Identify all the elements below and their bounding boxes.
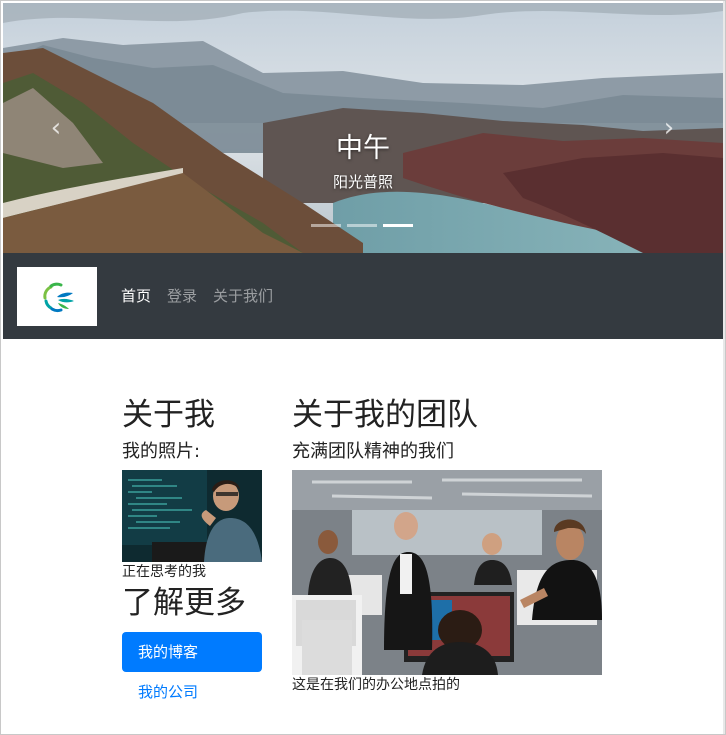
carousel-title: 中午: [336, 133, 390, 164]
carousel-subtitle: 阳光普照: [332, 173, 393, 191]
my-photo-label: 我的照片:: [122, 441, 201, 462]
nav-link-login[interactable]: 登录: [167, 285, 197, 307]
team-title: 关于我的团队: [292, 397, 478, 433]
chevron-left-icon: ‹: [50, 113, 62, 143]
brand-logo-icon: [43, 282, 74, 312]
nav-link-about[interactable]: 关于我们: [213, 285, 273, 307]
learn-more-title: 了解更多: [122, 585, 246, 621]
my-company-link[interactable]: 我的公司: [122, 672, 262, 712]
my-blog-link[interactable]: 我的博客: [122, 632, 262, 672]
carousel-indicator-3[interactable]: [383, 224, 413, 227]
hero-carousel: ‹ › 中午 阳光普照: [3, 3, 723, 253]
page: ‹ › 中午 阳光普照 首页 登录 关于我们 关于我 我的照片: 正在思考的我 …: [0, 0, 726, 735]
team-photo-caption: 这是在我们的办公地点拍的: [292, 677, 460, 693]
team-photo-image: [292, 470, 602, 675]
nav-link-home[interactable]: 首页: [121, 285, 151, 307]
page-scrollbar[interactable]: [723, 1, 725, 734]
carousel-caption: 中午 阳光普照: [263, 131, 463, 193]
carousel-indicators: [311, 224, 415, 228]
my-photo-image: [122, 470, 262, 562]
team-column: 关于我的团队 充满团队精神的我们 这是在我们的办公地点拍的: [292, 394, 612, 695]
carousel-next-control[interactable]: ›: [654, 113, 684, 143]
carousel-prev-control[interactable]: ‹: [41, 113, 71, 143]
brand-link[interactable]: [17, 267, 97, 326]
top-navbar: 首页 登录 关于我们: [3, 253, 723, 339]
carousel-indicator-1[interactable]: [311, 224, 341, 227]
carousel-slide-image: [3, 3, 723, 253]
about-me-column: 关于我 我的照片: 正在思考的我 了解更多 我的博客 我的公司: [122, 394, 262, 712]
nav-links: 首页 登录 关于我们: [121, 285, 273, 307]
learn-more-nav: 我的博客 我的公司: [122, 632, 262, 712]
about-me-title: 关于我: [122, 397, 215, 433]
team-subtitle: 充满团队精神的我们: [292, 441, 454, 462]
carousel-indicator-2[interactable]: [347, 224, 377, 227]
chevron-right-icon: ›: [663, 113, 675, 143]
my-photo-caption: 正在思考的我: [122, 564, 206, 580]
